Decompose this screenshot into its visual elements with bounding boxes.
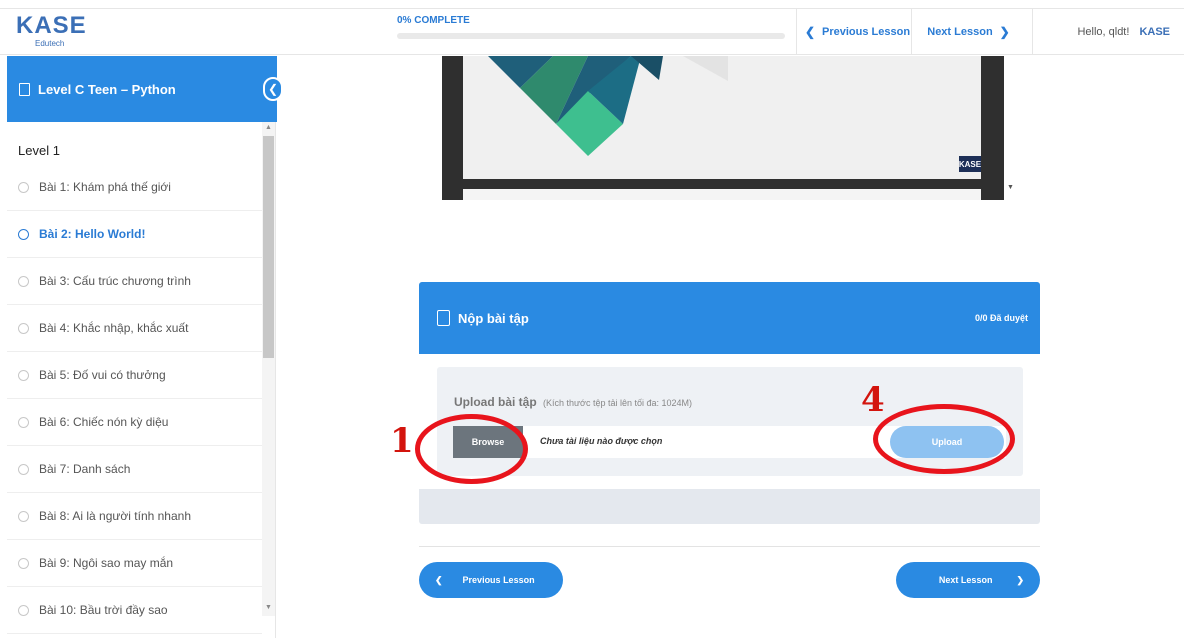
annotation-number-1: 1 — [390, 421, 414, 461]
sidebar-lesson-item[interactable]: Bài 8: Ai là người tính nhanh — [7, 493, 262, 540]
previous-lesson-label: Previous Lesson — [462, 575, 535, 585]
sidebar-lesson-item[interactable]: Bài 10: Bầu trời đầy sao — [7, 587, 262, 634]
lesson-label: Bài 10: Bầu trời đầy sao — [39, 603, 168, 617]
lesson-status-circle-icon — [18, 369, 29, 381]
sidebar-lesson-item[interactable]: Bài 6: Chiếc nón kỳ diệu — [7, 399, 262, 446]
lesson-status-circle-icon — [18, 416, 29, 428]
chevron-right-icon: ❯ — [1016, 574, 1024, 585]
approval-status: 0/0 Đã duyệt — [974, 313, 1028, 323]
chevron-left-icon: ❮ — [267, 82, 279, 96]
chevron-left-icon: ❮ — [804, 24, 815, 39]
upload-title-text: Upload bài tập — [454, 395, 537, 409]
lesson-video-frame[interactable]: KASE — [442, 56, 1004, 200]
sidebar-lesson-item[interactable]: Bài 1: Khám phá thế giới — [7, 164, 262, 211]
panel-header: Nộp bài tập 0/0 Đã duyệt — [419, 282, 1040, 354]
selected-file-name: Chưa tài liệu nào được chọn — [540, 436, 663, 446]
top-bar: KASE Edutech 0% COMPLETE ❮ Previous Less… — [0, 8, 1184, 55]
divider — [419, 546, 1040, 547]
scroll-down-icon[interactable]: ▼ — [1007, 184, 1014, 191]
logo[interactable]: KASE Edutech — [16, 12, 87, 51]
assignment-submission-panel: Nộp bài tập 0/0 Đã duyệt Upload bài tập … — [419, 282, 1040, 524]
lesson-status-circle-icon — [18, 181, 29, 193]
lesson-status-circle-icon — [18, 322, 29, 334]
user-greeting: Hello, qldt! — [1077, 25, 1130, 38]
course-progress: 0% COMPLETE — [397, 15, 785, 39]
scrollbar-thumb[interactable] — [263, 136, 274, 358]
user-menu[interactable]: Hello, qldt! KASE — [1032, 9, 1184, 54]
sidebar-lesson-item[interactable]: Bài 9: Ngôi sao may mắn — [7, 540, 262, 587]
lesson-status-circle-icon — [18, 510, 29, 522]
top-previous-lesson-label: Previous Lesson — [822, 25, 911, 38]
progress-label: 0% COMPLETE — [397, 15, 470, 26]
sidebar-scrollbar[interactable]: ▲ ▼ — [262, 122, 275, 616]
video-watermark: KASE — [959, 160, 981, 169]
document-icon — [437, 310, 450, 326]
upload-size-hint: (Kích thước tệp tải lên tối đa: 1024M) — [543, 398, 693, 408]
chevron-left-icon: ❮ — [435, 574, 443, 585]
annotation-ring-browse — [415, 414, 528, 484]
lesson-label: Bài 2: Hello World! — [39, 227, 146, 241]
scroll-down-icon[interactable]: ▼ — [265, 604, 272, 611]
lesson-sidebar: Level C Teen – Python ❮ Level 1 Bài 1: K… — [0, 56, 283, 638]
chevron-right-icon: ❯ — [999, 24, 1010, 39]
upload-title: Upload bài tập (Kích thước tệp tải lên t… — [454, 395, 692, 409]
lesson-status-circle-icon — [18, 228, 29, 240]
lesson-label: Bài 6: Chiếc nón kỳ diệu — [39, 415, 169, 429]
sidebar-lesson-item[interactable]: Bài 2: Hello World! — [7, 211, 262, 258]
lesson-label: Bài 5: Đố vui có thưởng — [39, 368, 166, 382]
lesson-label: Bài 8: Ai là người tính nhanh — [39, 509, 192, 523]
lesson-list: Bài 1: Khám phá thế giới Bài 2: Hello Wor… — [7, 164, 262, 634]
lesson-status-circle-icon — [18, 275, 29, 287]
lesson-label: Bài 9: Ngôi sao may mắn — [39, 556, 174, 570]
scroll-up-icon[interactable]: ▲ — [265, 124, 272, 131]
logo-subtitle: Edutech — [35, 39, 65, 48]
panel-title: Nộp bài tập — [458, 310, 529, 326]
sidebar-lesson-item[interactable]: Bài 4: Khắc nhập, khắc xuất — [7, 305, 262, 352]
progress-track — [397, 33, 785, 39]
user-avatar-logo: KASE — [1139, 25, 1170, 38]
video-scrollbar[interactable]: ▼ — [1004, 56, 1016, 200]
slide-graphic: KASE — [488, 56, 982, 172]
lesson-status-circle-icon — [18, 463, 29, 475]
collapse-sidebar-button[interactable]: ❮ — [263, 77, 283, 101]
video-control-bar[interactable] — [463, 179, 981, 189]
annotation-number-4: 4 — [861, 380, 885, 420]
sidebar-lesson-item[interactable]: Bài 7: Danh sách — [7, 446, 262, 493]
video-slide: KASE — [463, 56, 982, 179]
previous-lesson-button[interactable]: ❮ Previous Lesson — [419, 562, 563, 598]
document-icon — [19, 82, 30, 96]
lesson-label: Bài 7: Danh sách — [39, 462, 131, 476]
course-header: Level C Teen – Python — [7, 56, 277, 122]
sidebar-lesson-item[interactable]: Bài 3: Cấu trúc chương trình — [7, 258, 262, 305]
course-title: Level C Teen – Python — [38, 81, 176, 97]
lesson-label: Bài 4: Khắc nhập, khắc xuất — [39, 321, 189, 335]
top-next-lesson-button[interactable]: Next Lesson ❯ — [911, 9, 1032, 54]
sidebar-lesson-item[interactable]: Bài 5: Đố vui có thưởng — [7, 352, 262, 399]
level-title: Level 1 — [18, 143, 60, 158]
video-footer — [463, 189, 981, 200]
top-next-lesson-label: Next Lesson — [927, 25, 993, 38]
next-lesson-button[interactable]: Next Lesson ❯ — [896, 562, 1040, 598]
lesson-status-circle-icon — [18, 557, 29, 569]
annotation-ring-upload — [873, 404, 1015, 474]
next-lesson-label: Next Lesson — [938, 575, 993, 585]
logo-brand: KASE — [16, 12, 87, 39]
lesson-label: Bài 3: Cấu trúc chương trình — [39, 274, 191, 288]
top-previous-lesson-button[interactable]: ❮ Previous Lesson — [796, 9, 911, 54]
lesson-label: Bài 1: Khám phá thế giới — [39, 180, 171, 194]
lesson-status-circle-icon — [18, 604, 29, 616]
